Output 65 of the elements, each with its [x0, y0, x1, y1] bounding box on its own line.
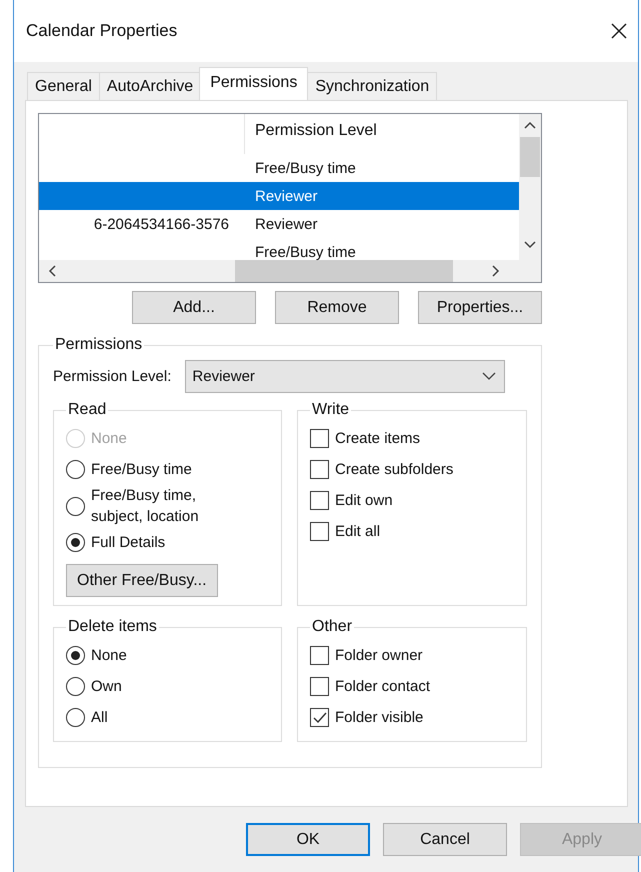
option-label: Edit all: [335, 522, 380, 542]
permission-level: Reviewer: [255, 188, 318, 204]
option-label: Create subfolders: [335, 460, 454, 480]
radio-button[interactable]: [66, 677, 85, 696]
radio-button[interactable]: [66, 496, 85, 516]
tab[interactable]: Synchronization: [307, 72, 438, 100]
group-title: Write: [311, 401, 350, 419]
scroll-thumb[interactable]: [520, 137, 540, 177]
horizontal-scrollbar[interactable]: [39, 260, 541, 282]
tab[interactable]: Permissions: [199, 67, 308, 100]
group-title: Other: [311, 618, 354, 636]
option-label: Free/Busy time: [91, 460, 192, 480]
permission-level: Free/Busy time: [255, 160, 356, 176]
checkbox[interactable]: [310, 646, 329, 665]
option-label: Edit own: [335, 491, 393, 511]
option-label: None: [91, 646, 127, 666]
checkbox[interactable]: [310, 491, 329, 510]
button[interactable]: Cancel: [383, 823, 507, 856]
option-label: Free/Busy time, subject, location: [91, 486, 200, 527]
permission-level: Reviewer: [255, 216, 318, 232]
permission-level-dropdown[interactable]: Reviewer: [185, 360, 506, 393]
check-icon: [312, 712, 326, 724]
checkbox[interactable]: [310, 429, 329, 448]
scroll-right-icon: [491, 264, 501, 278]
group-title: Read: [67, 401, 108, 419]
button[interactable]: Add...: [132, 291, 256, 324]
chevron-down-icon: [482, 372, 496, 381]
scroll-left-icon: [47, 264, 57, 278]
permission-level: Free/Busy time: [255, 244, 356, 260]
radio-button[interactable]: [66, 460, 85, 479]
button[interactable]: Properties...: [418, 291, 542, 324]
scroll-thumb[interactable]: [235, 260, 453, 282]
checkbox[interactable]: [310, 522, 329, 541]
tab[interactable]: General: [27, 72, 100, 100]
checkbox[interactable]: [310, 708, 329, 727]
field-label: Permission Level:: [53, 368, 172, 385]
button[interactable]: Remove: [275, 291, 399, 324]
list-row[interactable]: Free/Busy time: [39, 154, 519, 182]
option-label: Full Details: [91, 533, 166, 553]
checkbox[interactable]: [310, 460, 329, 479]
checkbox[interactable]: [310, 677, 329, 696]
button[interactable]: Other Free/Busy...: [66, 564, 218, 597]
radio-button[interactable]: [66, 646, 85, 665]
radio-button[interactable]: [66, 533, 85, 552]
radio-button[interactable]: [66, 708, 85, 727]
list-row[interactable]: Free/Busy time: [39, 238, 519, 260]
option-label: All: [91, 708, 108, 728]
group-title: Permissions: [54, 336, 144, 354]
option-label: Folder owner: [335, 646, 423, 666]
window-title: Calendar Properties: [26, 21, 178, 41]
close-icon: [610, 22, 628, 40]
column-header[interactable]: Permission Level: [245, 114, 387, 154]
user-name: 6-2064534166-3576: [94, 216, 230, 232]
scroll-down-icon: [523, 240, 537, 250]
vertical-scrollbar[interactable]: [519, 114, 541, 260]
group-title: Delete items: [67, 618, 158, 636]
option-label: Create items: [335, 429, 420, 449]
option-label: Folder contact: [335, 677, 430, 697]
button[interactable]: OK: [246, 823, 370, 856]
option-label: Folder visible: [335, 708, 424, 728]
scroll-up-icon: [523, 120, 537, 130]
option-label: None: [91, 429, 127, 449]
list-row[interactable]: Reviewer: [39, 182, 519, 210]
option-label: Own: [91, 677, 122, 697]
list-row[interactable]: 6-2064534166-3576 Reviewer: [39, 210, 519, 238]
